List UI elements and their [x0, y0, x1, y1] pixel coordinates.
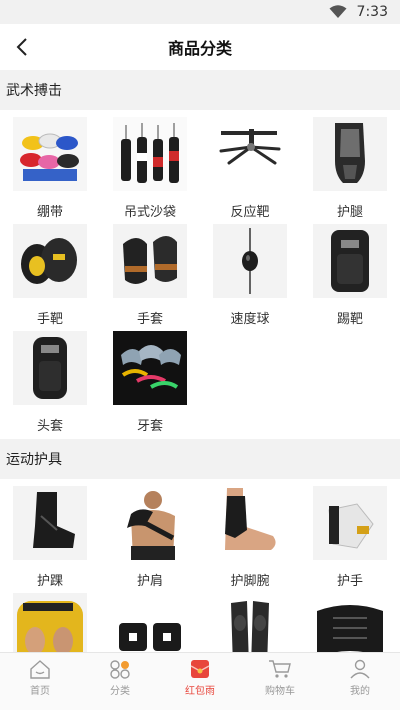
- chevron-left-icon: [16, 38, 27, 56]
- home-icon: [30, 660, 50, 679]
- category-item-label: 反应靶: [230, 205, 270, 220]
- category-item-mma-gloves[interactable]: 手套: [100, 221, 200, 328]
- category-item-punching-bags[interactable]: 吊式沙袋: [100, 114, 200, 221]
- wifi-icon: [329, 5, 347, 18]
- reflex-target-image: [213, 117, 287, 191]
- status-bar: 7:33: [0, 0, 400, 24]
- bottom-tab-bar: 首页 分类 红包雨 购物车 我的: [0, 652, 400, 710]
- category-item-label: 手套: [136, 312, 163, 327]
- mouth-guards-image: [113, 331, 187, 405]
- hand-guard-image: [313, 486, 387, 560]
- category-item-ankle-support[interactable]: 护脚腕: [200, 483, 300, 590]
- section-header-martial-arts: 武术搏击: [0, 70, 400, 110]
- category-item-hand-guard[interactable]: 护手: [300, 483, 400, 590]
- nav-bar: 商品分类: [0, 24, 400, 70]
- cart-icon: [269, 660, 291, 678]
- tab-home[interactable]: 首页: [0, 653, 80, 710]
- category-item-label: 护手: [336, 574, 363, 589]
- category-item-label: 绷带: [36, 205, 63, 220]
- tab-label: 分类: [110, 686, 130, 697]
- tab-label: 我的: [350, 686, 370, 697]
- category-item-label: 护脚腕: [230, 574, 270, 589]
- category-icon: [110, 660, 130, 679]
- profile-icon: [350, 659, 370, 679]
- shin-guard-image: [313, 117, 387, 191]
- punching-bags-image: [113, 117, 187, 191]
- category-item-focus-mitts[interactable]: 手靶: [0, 221, 100, 328]
- ankle-brace-image: [13, 486, 87, 560]
- category-grid-martial-arts: 绷带 吊式沙袋 反应靶 护腿 手靶 手套 速度球 踢靶 头套 牙套: [0, 110, 400, 439]
- category-item-ankle-brace[interactable]: 护踝: [0, 483, 100, 590]
- category-item-label: 护肩: [136, 574, 163, 589]
- focus-mitts-image: [13, 224, 87, 298]
- tab-profile[interactable]: 我的: [320, 653, 400, 710]
- red-envelope-icon: [190, 660, 210, 678]
- category-item-label: 吊式沙袋: [123, 205, 176, 220]
- category-item-reflex-target[interactable]: 反应靶: [200, 114, 300, 221]
- kick-pad-image: [313, 224, 387, 298]
- back-button[interactable]: [10, 35, 34, 59]
- hand-wraps-image: [13, 117, 87, 191]
- tab-cart[interactable]: 购物车: [240, 653, 320, 710]
- category-item-label: 护踝: [36, 574, 63, 589]
- category-item-headgear[interactable]: 头套: [0, 328, 100, 435]
- tab-red-envelope[interactable]: 红包雨: [160, 653, 240, 710]
- category-item-shin-guard[interactable]: 护腿: [300, 114, 400, 221]
- category-item-label: 速度球: [230, 312, 270, 327]
- category-item-speed-ball[interactable]: 速度球: [200, 221, 300, 328]
- category-item-kick-pad[interactable]: 踢靶: [300, 221, 400, 328]
- tab-label: 购物车: [265, 686, 295, 697]
- section-header-sports-protection: 运动护具: [0, 439, 400, 479]
- page-title: 商品分类: [167, 39, 232, 58]
- tab-label: 红包雨: [185, 686, 215, 697]
- category-item-label: 头套: [36, 419, 63, 434]
- headgear-image: [13, 331, 87, 405]
- category-item-label: 手靶: [36, 312, 63, 327]
- clock: 7:33: [356, 4, 388, 20]
- tab-label: 首页: [30, 686, 50, 697]
- category-item-shoulder-brace[interactable]: 护肩: [100, 483, 200, 590]
- speed-ball-image: [213, 224, 287, 298]
- category-item-hand-wraps[interactable]: 绷带: [0, 114, 100, 221]
- category-item-label: 牙套: [136, 419, 163, 434]
- category-item-label: 踢靶: [336, 312, 363, 327]
- tab-category[interactable]: 分类: [80, 653, 160, 710]
- ankle-support-image: [213, 486, 287, 560]
- category-item-mouth-guards[interactable]: 牙套: [100, 328, 200, 435]
- shoulder-brace-image: [113, 486, 187, 560]
- category-item-label: 护腿: [336, 205, 363, 220]
- mma-gloves-image: [113, 224, 187, 298]
